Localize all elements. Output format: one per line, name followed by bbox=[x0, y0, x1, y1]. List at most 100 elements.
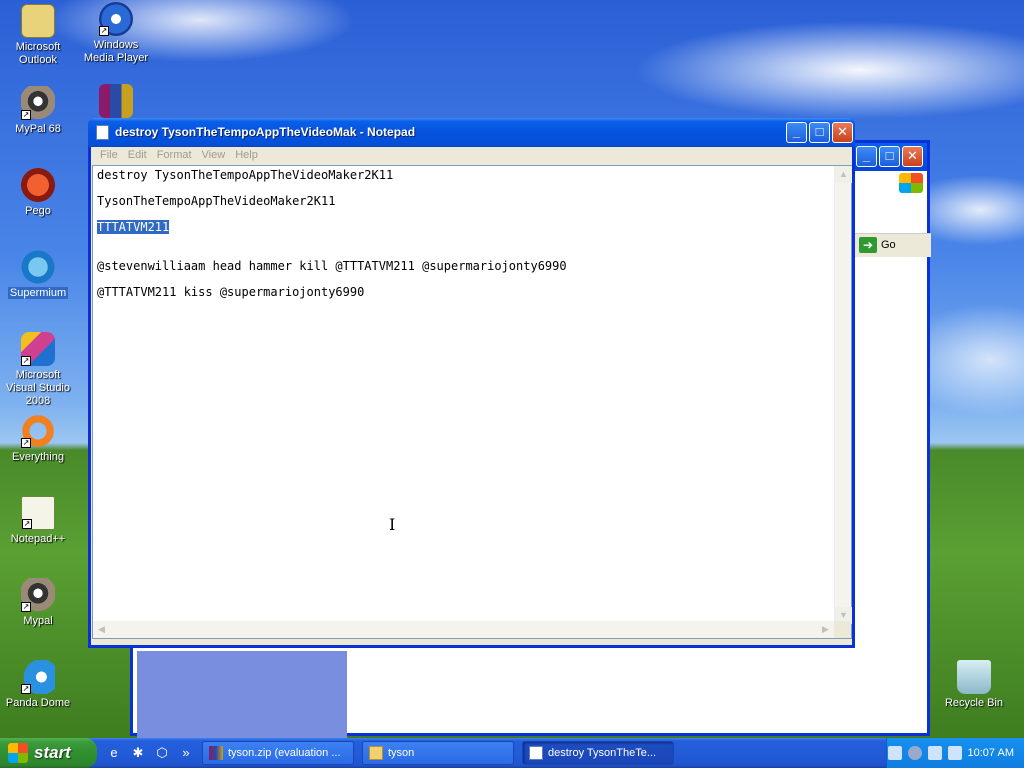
desktop-icon-label: Pego bbox=[25, 205, 51, 217]
task-label: destroy TysonTheTe... bbox=[548, 747, 657, 759]
desktop-icon-outlook[interactable]: Microsoft Outlook bbox=[0, 4, 76, 67]
text-content[interactable]: destroy TysonTheTempoAppTheVideoMaker2K1… bbox=[97, 169, 567, 312]
notepad-icon bbox=[529, 746, 543, 760]
desktop-icon-label: Mypal bbox=[23, 615, 53, 627]
menu-edit[interactable]: Edit bbox=[123, 147, 152, 165]
visual-studio-icon: ↗ bbox=[21, 332, 55, 366]
raccoon-icon: ↗ bbox=[21, 578, 55, 612]
desktop-icon-winrar[interactable] bbox=[78, 84, 154, 121]
taskbar-item-winrar[interactable]: tyson.zip (evaluation ... bbox=[202, 741, 354, 765]
desktop-icon-panda-dome[interactable]: ↗ Panda Dome bbox=[0, 660, 76, 710]
panda-dome-icon: ↗ bbox=[21, 660, 55, 694]
menu-help[interactable]: Help bbox=[230, 147, 263, 165]
desktop-icon-recycle-bin[interactable]: Recycle Bin bbox=[936, 660, 1012, 710]
text-editor[interactable]: destroy TysonTheTempoAppTheVideoMaker2K1… bbox=[92, 165, 852, 639]
desktop-icon-supermium[interactable]: Supermium bbox=[0, 250, 76, 300]
resize-grip[interactable] bbox=[834, 621, 851, 638]
shortcut-arrow-icon: ↗ bbox=[21, 602, 31, 612]
go-label: Go bbox=[881, 239, 896, 251]
network-icon[interactable] bbox=[927, 746, 942, 760]
minimize-button[interactable]: _ bbox=[786, 122, 807, 143]
desktop-icon-label: Everything bbox=[12, 451, 64, 463]
desktop-icon-mypal68[interactable]: ↗ MyPal 68 bbox=[0, 86, 76, 136]
shortcut-arrow-icon: ↗ bbox=[21, 110, 31, 120]
notepad-window[interactable]: destroy TysonTheTempoAppTheVideoMak - No… bbox=[88, 118, 855, 648]
shortcut-arrow-icon: ↗ bbox=[22, 519, 32, 529]
system-tray: 10:07 AM bbox=[886, 738, 1024, 768]
taskbar-item-tyson-folder[interactable]: tyson bbox=[362, 741, 514, 765]
selected-text: TTTATVM211 bbox=[97, 220, 170, 234]
quick-launch: e ✱ ⬡ » bbox=[105, 744, 195, 762]
desktop-icon-label: Notepad++ bbox=[10, 533, 66, 545]
desktop: Microsoft Outlook ↗ Windows Media Player… bbox=[0, 0, 1024, 739]
winrar-icon bbox=[99, 84, 133, 118]
scroll-up-icon[interactable]: ▲ bbox=[835, 166, 852, 183]
start-button[interactable]: start bbox=[0, 738, 97, 768]
desktop-icon-label: MyPal 68 bbox=[15, 123, 61, 135]
go-button[interactable]: ➔ Go bbox=[859, 237, 896, 253]
maximize-button[interactable]: □ bbox=[879, 146, 900, 167]
vertical-scrollbar[interactable]: ▲ ▼ bbox=[834, 166, 852, 624]
internet-explorer-icon[interactable]: e bbox=[105, 744, 123, 762]
desktop-icon-label: Recycle Bin bbox=[944, 697, 1004, 709]
close-button[interactable]: ✕ bbox=[832, 122, 853, 143]
raccoon-icon[interactable]: ✱ bbox=[129, 744, 147, 762]
task-label: tyson bbox=[388, 747, 415, 759]
shortcut-arrow-icon: ↗ bbox=[21, 356, 31, 366]
text-line: @TTTATVM211 kiss @supermariojonty6990 bbox=[97, 285, 365, 299]
scroll-right-icon[interactable]: ▶ bbox=[817, 621, 834, 638]
windows-logo-icon bbox=[8, 743, 28, 763]
desktop-icon-label: Microsoft Outlook bbox=[15, 41, 61, 66]
desktop-icon-media-player[interactable]: ↗ Windows Media Player bbox=[78, 2, 154, 65]
notepad-titlebar[interactable]: destroy TysonTheTempoAppTheVideoMak - No… bbox=[88, 118, 855, 147]
menu-format[interactable]: Format bbox=[152, 147, 197, 165]
windows-flag-icon bbox=[899, 173, 923, 193]
outlook-icon bbox=[21, 4, 55, 38]
menu-file[interactable]: File bbox=[95, 147, 123, 165]
notepad-icon bbox=[96, 125, 109, 140]
text-line: TysonTheTempoAppTheVideoMaker2K11 bbox=[97, 194, 336, 208]
start-label: start bbox=[34, 743, 71, 762]
keyboard-icon[interactable] bbox=[887, 746, 902, 760]
minimize-button[interactable]: _ bbox=[856, 146, 877, 167]
cube-icon[interactable]: ⬡ bbox=[153, 744, 171, 762]
desktop-icon-label: Panda Dome bbox=[5, 697, 71, 709]
recycle-bin-icon bbox=[957, 660, 991, 694]
desktop-icon-everything[interactable]: ↗ Everything bbox=[0, 414, 76, 464]
desktop-icon-visual-studio[interactable]: ↗ Microsoft Visual Studio 2008 bbox=[0, 332, 76, 408]
task-pane bbox=[137, 651, 347, 739]
text-line: destroy TysonTheTempoAppTheVideoMaker2K1… bbox=[97, 168, 394, 182]
go-arrow-icon: ➔ bbox=[859, 237, 877, 253]
notepadpp-icon: ↗ bbox=[21, 496, 55, 530]
winrar-icon bbox=[209, 746, 223, 760]
horizontal-scrollbar[interactable]: ◀ ▶ bbox=[93, 621, 834, 638]
raccoon-icon: ↗ bbox=[21, 86, 55, 120]
close-button[interactable]: ✕ bbox=[902, 146, 923, 167]
menu-bar: File Edit Format View Help bbox=[91, 147, 852, 165]
taskbar-item-notepad[interactable]: destroy TysonTheTe... bbox=[522, 741, 674, 765]
desktop-icon-pego[interactable]: Pego bbox=[0, 168, 76, 218]
everything-icon: ↗ bbox=[21, 414, 55, 448]
clock[interactable]: 10:07 AM bbox=[968, 747, 1014, 759]
supermium-icon bbox=[21, 250, 55, 284]
shortcut-arrow-icon: ↗ bbox=[21, 684, 31, 694]
pego-icon bbox=[21, 168, 55, 202]
shortcut-arrow-icon: ↗ bbox=[21, 438, 31, 448]
desktop-icon-label: Microsoft Visual Studio 2008 bbox=[5, 369, 70, 407]
desktop-icon-label: Windows Media Player bbox=[83, 39, 149, 64]
desktop-icon-mypal[interactable]: ↗ Mypal bbox=[0, 578, 76, 628]
chevron-right-icon[interactable]: » bbox=[177, 744, 195, 762]
address-bar-row: ➔ Go bbox=[855, 233, 931, 257]
menu-view[interactable]: View bbox=[197, 147, 231, 165]
desktop-icon-label: Supermium bbox=[7, 287, 69, 299]
taskbar: start e ✱ ⬡ » tyson.zip (evaluation ... … bbox=[0, 738, 1024, 768]
text-cursor-icon: I bbox=[389, 515, 396, 534]
shortcut-arrow-icon: ↗ bbox=[99, 26, 109, 36]
volume-icon[interactable] bbox=[947, 746, 962, 760]
scroll-left-icon[interactable]: ◀ bbox=[93, 621, 110, 638]
chevron-left-icon[interactable] bbox=[907, 746, 922, 760]
text-line: @stevenwilliaam head hammer kill @TTTATV… bbox=[97, 259, 567, 273]
maximize-button[interactable]: □ bbox=[809, 122, 830, 143]
task-label: tyson.zip (evaluation ... bbox=[228, 747, 341, 759]
desktop-icon-notepadpp[interactable]: ↗ Notepad++ bbox=[0, 496, 76, 546]
